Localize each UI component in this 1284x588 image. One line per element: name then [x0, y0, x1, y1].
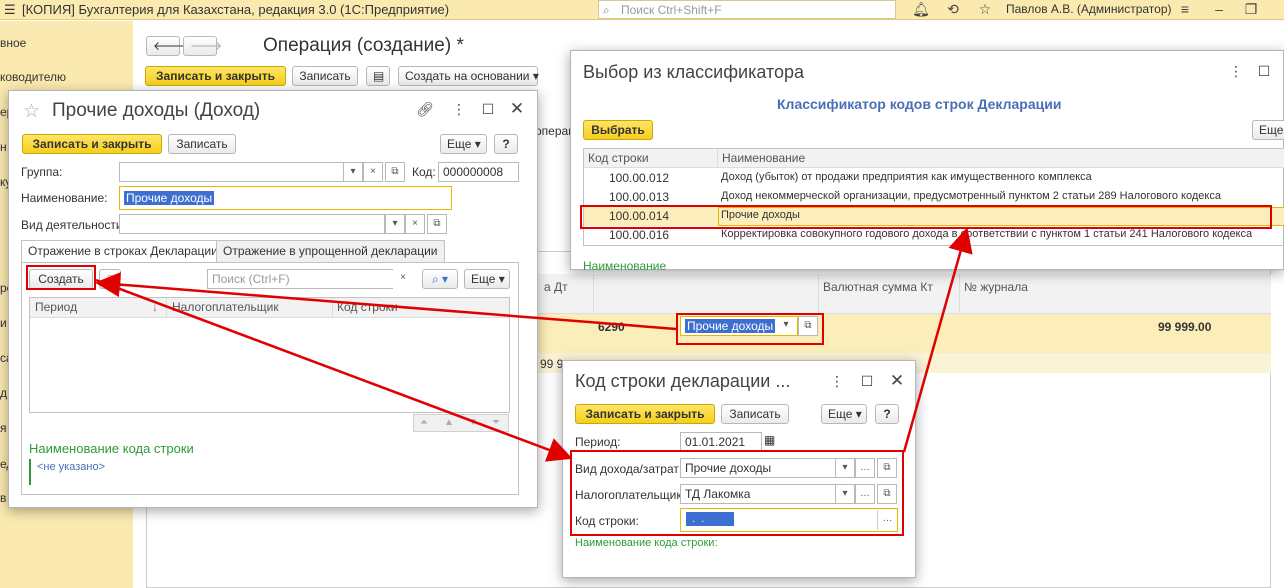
arrow-code-to-classifier — [902, 227, 973, 453]
arrow-create-to-code-dialog — [95, 278, 573, 462]
annotation-arrows — [95, 227, 973, 462]
arrow-field-to-create — [95, 272, 677, 331]
